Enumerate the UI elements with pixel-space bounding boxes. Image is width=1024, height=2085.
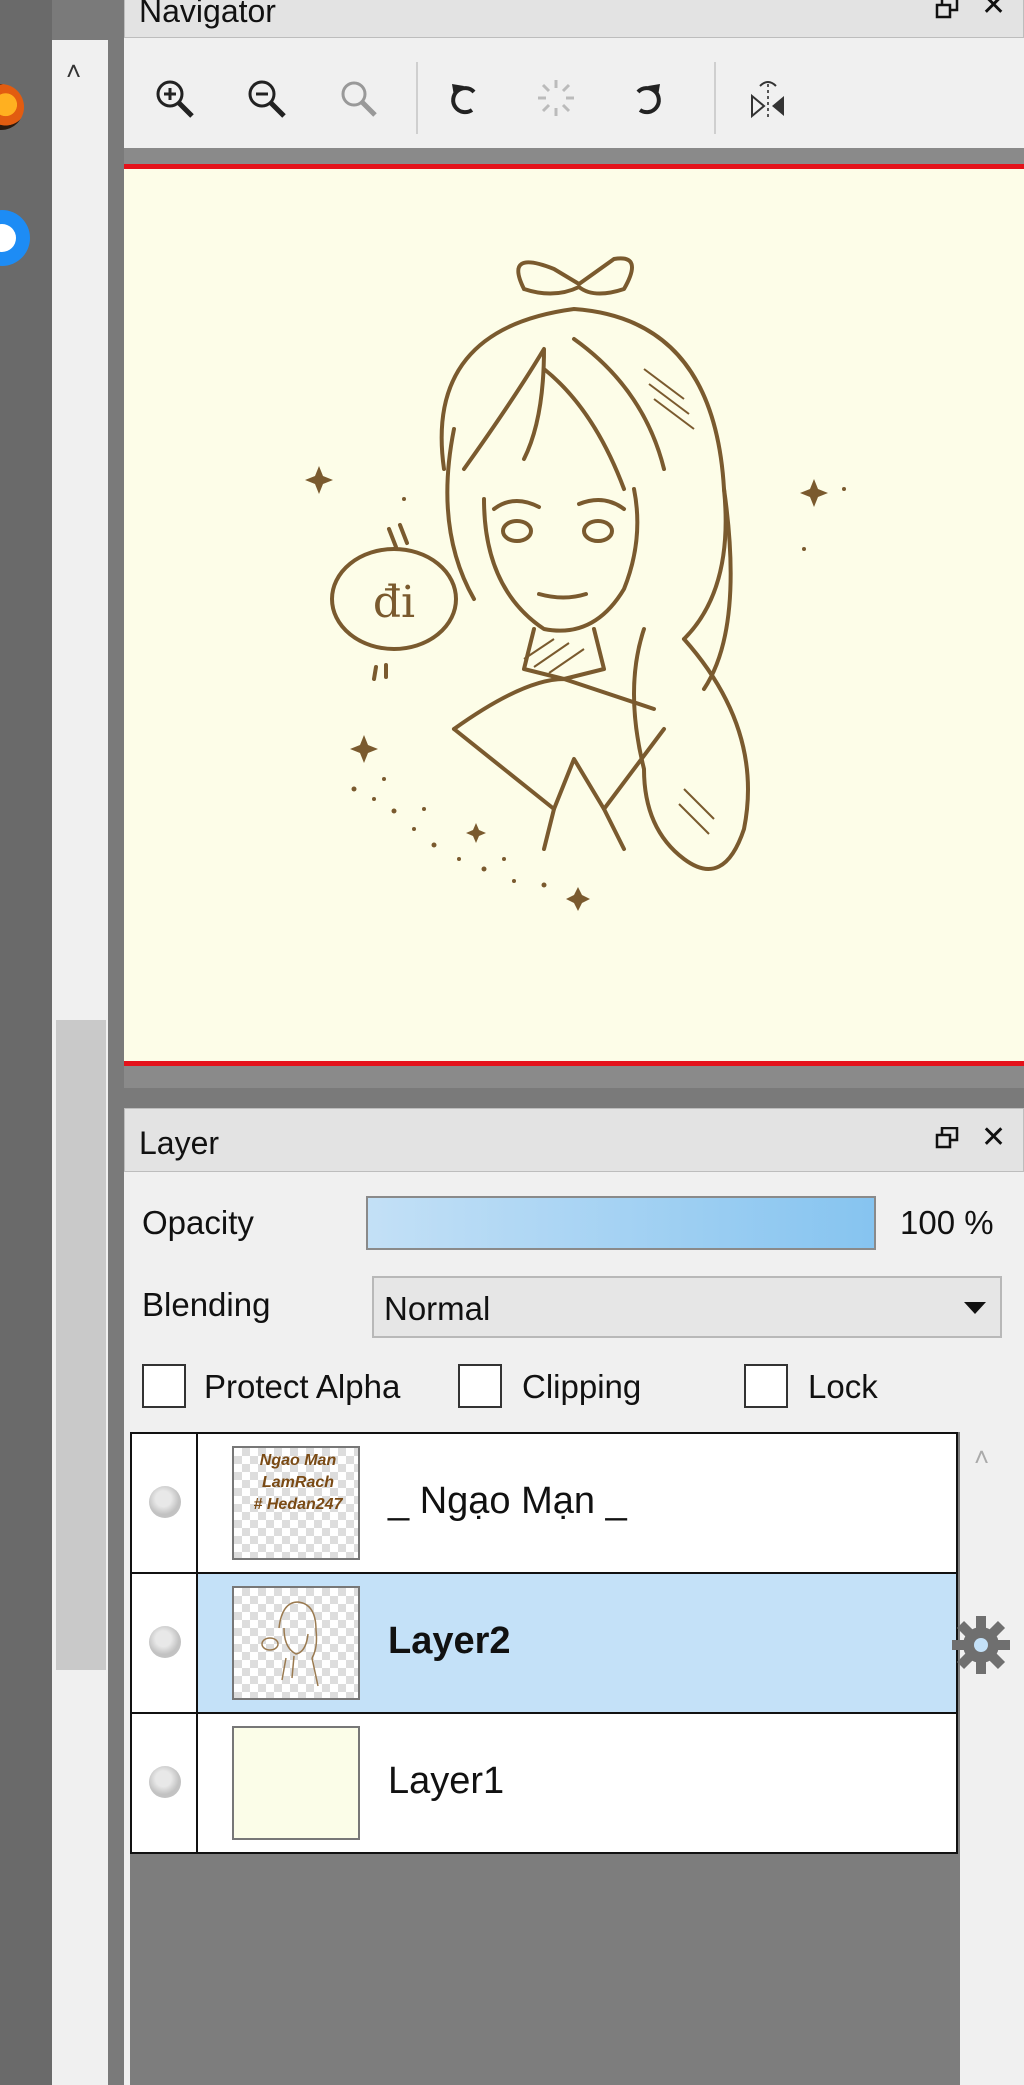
navigator-title-bar: Navigator ✕ — [124, 0, 1024, 38]
zoom-out-icon[interactable] — [240, 72, 292, 124]
opacity-value: 100 % — [900, 1204, 994, 1241]
speech-bubble-text: đi — [373, 577, 415, 628]
navigator-title: Navigator — [139, 0, 276, 29]
visibility-icon — [149, 1626, 181, 1658]
clipping-label: Clipping — [522, 1368, 642, 1405]
layer-title-bar: Layer ✕ — [124, 1108, 1024, 1172]
close-icon[interactable]: ✕ — [981, 1123, 1006, 1153]
layer-row-selected[interactable]: Layer2 — [130, 1572, 1010, 1714]
list-scroll-up-icon[interactable]: ˄ — [974, 1442, 989, 1473]
visibility-icon — [149, 1766, 181, 1798]
artwork-illustration: đi — [305, 256, 846, 911]
visibility-icon — [149, 1486, 181, 1518]
lock-label: Lock — [808, 1368, 878, 1405]
blending-label: Blending — [142, 1286, 271, 1323]
float-window-icon[interactable] — [935, 1127, 959, 1149]
scroll-up-icon[interactable]: ˄ — [66, 56, 81, 87]
thumbnail-text-line: Ngao Man — [259, 1452, 337, 1469]
layer-row[interactable]: Ngao Man LamRach # Hedan247 _ Ngạo Mạn _ — [130, 1432, 958, 1574]
float-window-icon[interactable] — [935, 0, 959, 19]
navigator-view[interactable]: đi — [124, 148, 1024, 1088]
gear-icon[interactable] — [948, 1612, 1014, 1683]
toolbar-separator — [714, 62, 716, 134]
protect-alpha-label: Protect Alpha — [204, 1368, 401, 1405]
layer-list: Ngao Man LamRach # Hedan247 _ Ngạo Mạn _ — [124, 1432, 1024, 2085]
blending-select[interactable]: Normal — [372, 1276, 1002, 1338]
app-icon[interactable] — [0, 84, 24, 130]
visibility-toggle[interactable] — [132, 1714, 198, 1852]
opacity-slider[interactable] — [366, 1196, 876, 1250]
canvas-preview[interactable]: đi — [124, 164, 1024, 1066]
rotate-left-icon[interactable] — [438, 72, 490, 124]
protect-alpha-checkbox[interactable] — [142, 1364, 186, 1408]
clipping-checkbox[interactable] — [458, 1364, 502, 1408]
zoom-in-icon[interactable] — [148, 72, 200, 124]
layer-name: Layer1 — [388, 1760, 505, 1802]
thumbnail-text-line: LamRach — [261, 1474, 335, 1491]
layer-name: _ Ngạo Mạn _ — [388, 1480, 627, 1522]
flip-horizontal-icon[interactable] — [742, 72, 794, 124]
desktop-strip — [0, 0, 52, 2085]
thumbnail-text-line: # Hedan247 — [253, 1496, 343, 1513]
lock-checkbox[interactable] — [744, 1364, 788, 1408]
opacity-label: Opacity — [142, 1204, 254, 1241]
zoom-reset-icon[interactable] — [332, 72, 384, 124]
app-icon[interactable] — [0, 210, 30, 266]
layer-thumbnail — [232, 1586, 360, 1700]
close-icon[interactable]: ✕ — [981, 0, 1006, 21]
layer-name: Layer2 — [388, 1620, 511, 1662]
layer-thumbnail: Ngao Man LamRach # Hedan247 — [232, 1446, 360, 1560]
layer-panel-title: Layer — [139, 1125, 220, 1161]
visibility-toggle[interactable] — [132, 1574, 198, 1712]
toolbar-separator — [416, 62, 418, 134]
dropdown-arrow-icon — [964, 1302, 986, 1314]
panel-scrollbar[interactable]: ˄ — [52, 40, 108, 2085]
layer-row[interactable]: Layer1 — [130, 1712, 958, 1854]
rotate-right-icon[interactable] — [622, 72, 674, 124]
navigator-toolbar — [124, 38, 1024, 158]
layer-properties: Opacity 100 % Blending Normal Protect Al… — [124, 1172, 1024, 1432]
rotate-reset-icon[interactable] — [530, 72, 582, 124]
visibility-toggle[interactable] — [132, 1434, 198, 1572]
layer-thumbnail — [232, 1726, 360, 1840]
scrollbar-thumb[interactable] — [56, 1020, 106, 1670]
blending-value: Normal — [384, 1290, 491, 1327]
